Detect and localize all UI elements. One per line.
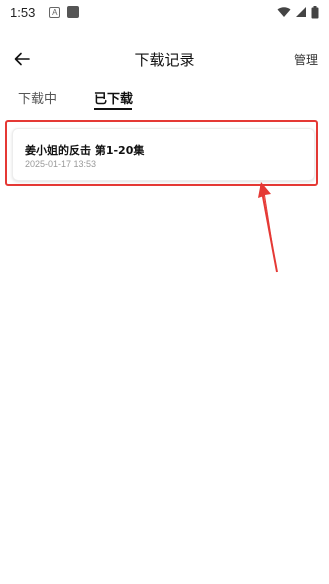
status-icons — [277, 5, 319, 19]
status-time: 1:53 — [10, 4, 36, 20]
tab-downloaded[interactable]: 已下载 — [94, 88, 133, 107]
notification-app-icon — [67, 6, 80, 18]
battery-icon — [311, 5, 319, 18]
notification-a-icon: A — [49, 6, 61, 18]
status-bar: 1:53 A — [0, 0, 329, 24]
active-tab-indicator — [94, 108, 132, 110]
page-title: 下载记录 — [134, 51, 195, 69]
list-item-title: 姜小姐的反击 第1-20集 — [25, 144, 145, 157]
manage-button[interactable]: 管理 — [294, 51, 318, 68]
list-item-date: 2025-01-17 13:53 — [25, 159, 97, 169]
cellular-signal-icon — [296, 7, 306, 17]
tab-downloading[interactable]: 下载中 — [18, 88, 57, 107]
app-header: 下载记录 管理 — [0, 42, 329, 76]
list-item[interactable]: 姜小姐的反击 第1-20集 2025-01-17 13:53 — [12, 128, 315, 181]
wifi-icon — [277, 7, 291, 17]
download-tabs: 下载中 已下载 — [0, 84, 329, 114]
screen: 1:53 A 下载记录 管理 下载中 已下载 姜小姐的反击 第1-20集 202… — [0, 0, 329, 584]
